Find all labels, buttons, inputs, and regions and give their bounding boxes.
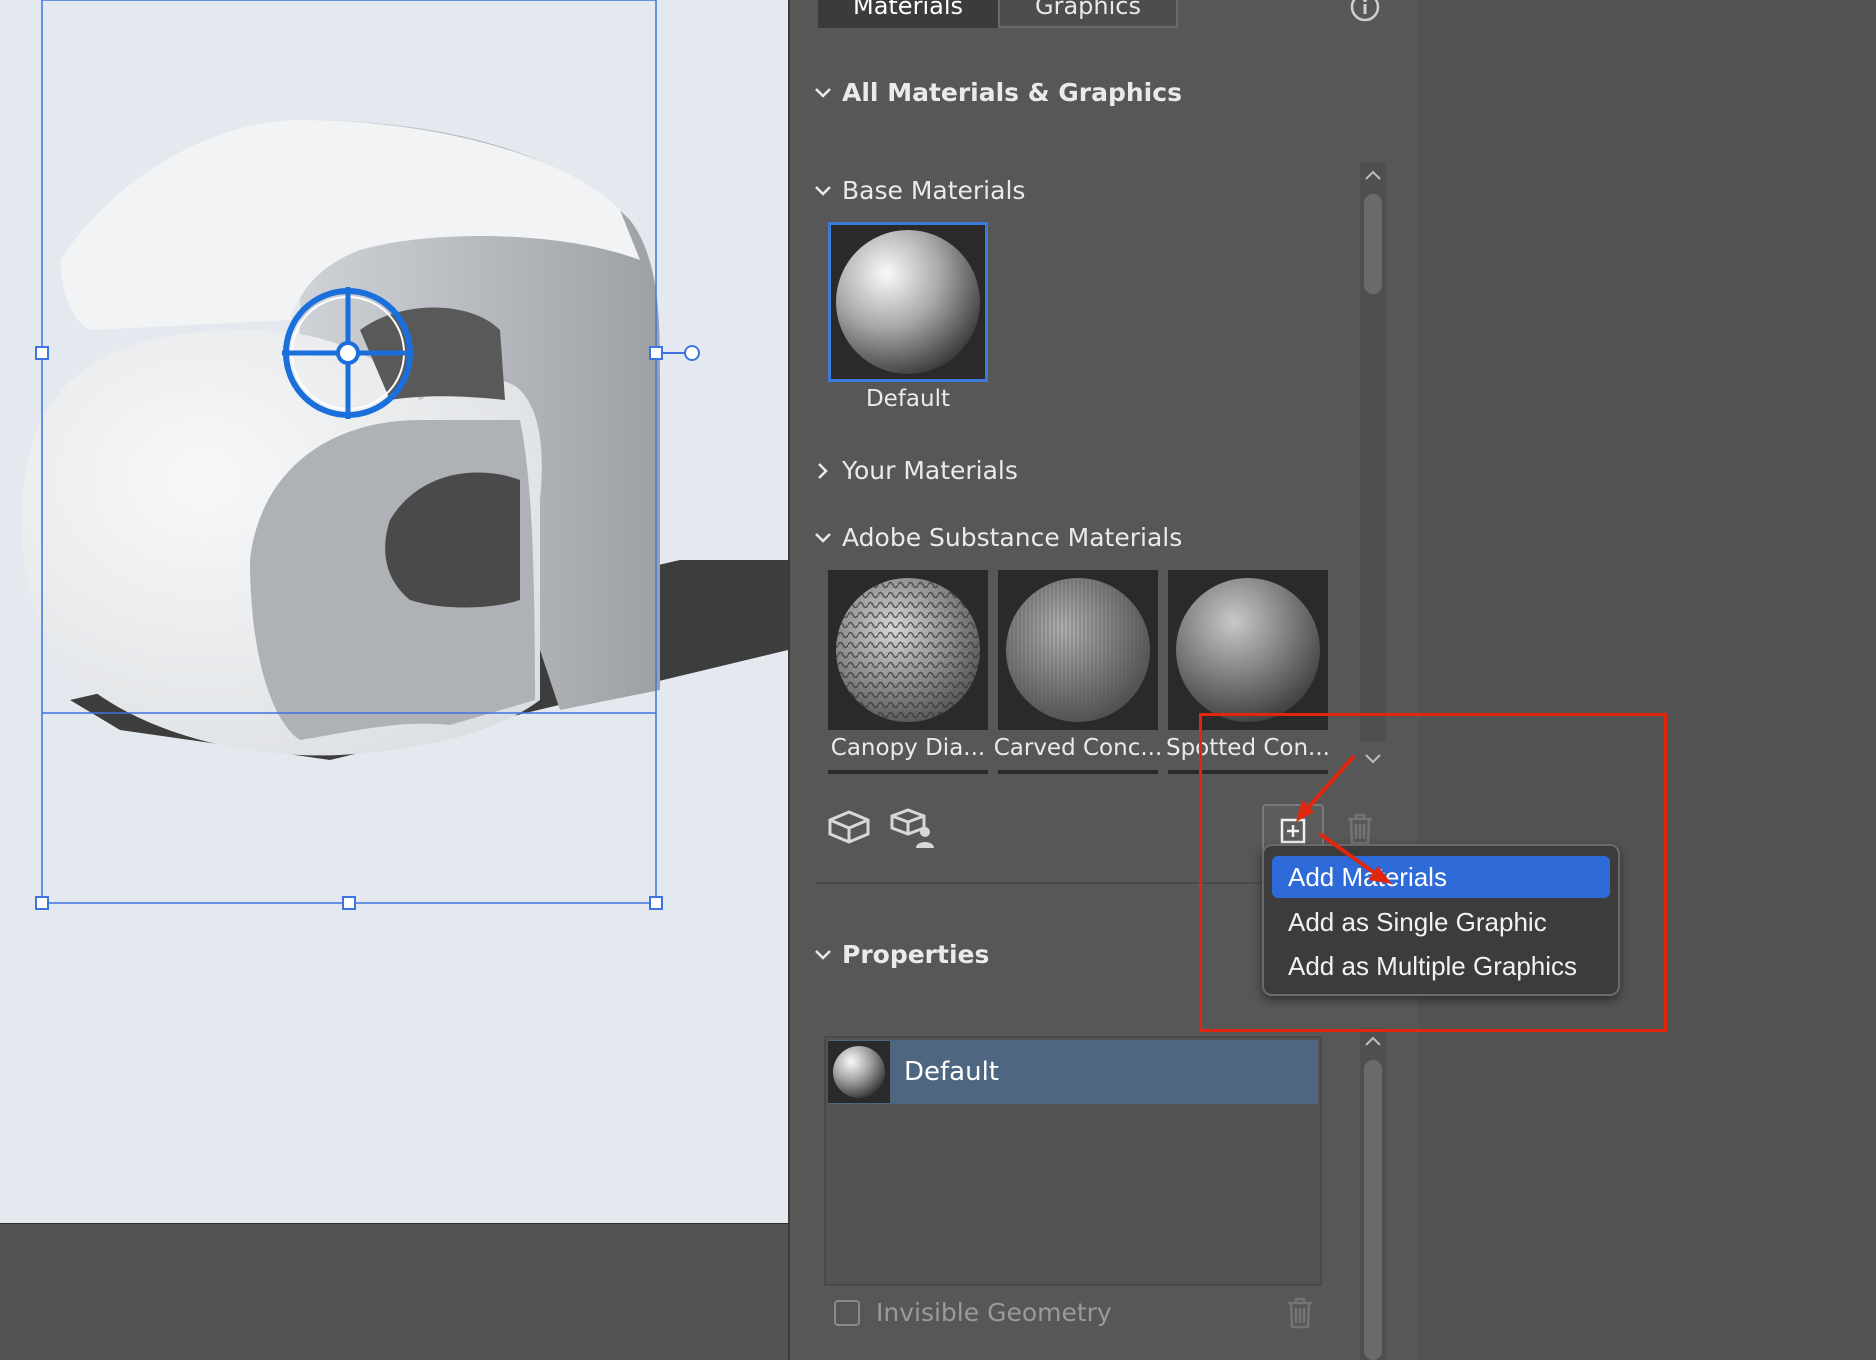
material-thumb-default[interactable] (828, 222, 988, 382)
materials-panel: Materials Graphics All Materials & Graph… (788, 0, 1420, 1360)
scroll-thumb[interactable] (1364, 1060, 1382, 1360)
sphere-icon (1006, 578, 1150, 722)
section-your-materials[interactable]: Your Materials (814, 456, 1018, 485)
sphere-icon (833, 1046, 885, 1098)
sphere-icon (836, 230, 980, 374)
section-properties[interactable]: Properties (814, 940, 989, 969)
thumb-underline (998, 770, 1158, 774)
scroll-up-icon[interactable] (1364, 1034, 1382, 1048)
properties-scrollbar[interactable] (1360, 1028, 1386, 1360)
chevron-right-icon (818, 462, 828, 479)
invisible-geometry-label: Invisible Geometry (876, 1298, 1112, 1327)
list-item-label: Default (904, 1057, 999, 1087)
trash-icon[interactable] (1284, 1296, 1316, 1330)
tab-materials[interactable]: Materials (818, 0, 998, 28)
section-base-materials[interactable]: Base Materials (814, 176, 1025, 205)
scroll-thumb[interactable] (1364, 194, 1382, 294)
pasteboard-area (0, 1224, 788, 1360)
invisible-geometry-checkbox[interactable] (834, 1299, 860, 1326)
cube-user-icon[interactable] (888, 806, 938, 850)
info-icon[interactable] (1350, 0, 1380, 22)
materials-scrollbar[interactable] (1360, 162, 1386, 764)
material-thumb-carved-concrete[interactable] (998, 570, 1158, 730)
chevron-down-icon (815, 87, 831, 98)
material-swatch (828, 1041, 890, 1103)
list-item[interactable]: Default (828, 1040, 1318, 1104)
section-all-label: All Materials & Graphics (842, 78, 1182, 107)
section-yours-label: Your Materials (842, 456, 1018, 485)
material-label-default: Default (865, 386, 951, 412)
sphere-icon (836, 578, 980, 722)
annotation-highlight-box (1199, 713, 1667, 1032)
artboard-canvas[interactable] (0, 0, 788, 1224)
section-base-label: Base Materials (842, 176, 1026, 205)
section-properties-label: Properties (842, 940, 990, 969)
3d-letter-a-artwork[interactable] (0, 0, 788, 1224)
sphere-icon (1176, 578, 1320, 722)
section-substance-label: Adobe Substance Materials (842, 523, 1183, 552)
section-all-materials[interactable]: All Materials & Graphics (814, 78, 1182, 107)
chevron-down-icon (815, 532, 831, 543)
panel-tabs: Materials Graphics (818, 0, 1178, 28)
material-thumb-canopy[interactable] (828, 570, 988, 730)
cube-icon[interactable] (826, 808, 872, 848)
workspace-background (1418, 0, 1876, 1360)
thumb-underline (828, 770, 988, 774)
chevron-down-icon (815, 185, 831, 196)
invisible-geometry-option[interactable]: Invisible Geometry (834, 1298, 1112, 1327)
material-label-carved: Carved Conc... (993, 735, 1163, 761)
material-thumb-spotted-concrete[interactable] (1168, 570, 1328, 730)
applied-materials-list[interactable]: Default (824, 1036, 1322, 1286)
chevron-down-icon (815, 949, 831, 960)
scroll-up-icon[interactable] (1364, 168, 1382, 182)
section-substance-materials[interactable]: Adobe Substance Materials (814, 523, 1182, 552)
tab-graphics[interactable]: Graphics (998, 0, 1178, 28)
material-label-canopy: Canopy Dia... (830, 735, 986, 761)
